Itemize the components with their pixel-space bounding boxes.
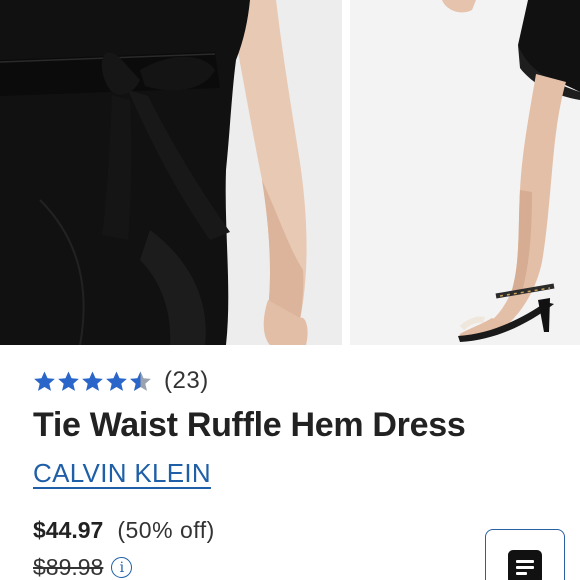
review-count[interactable]: (23) xyxy=(164,367,209,395)
dress-waist-tie-photo xyxy=(0,0,342,345)
product-photo-waist[interactable] xyxy=(0,0,342,345)
product-photo-hem[interactable] xyxy=(350,0,580,345)
sale-price: $44.97 xyxy=(33,517,104,543)
star-full-icon xyxy=(106,370,127,391)
brand-link[interactable]: CALVIN KLEIN xyxy=(33,458,211,489)
star-full-icon xyxy=(82,370,103,391)
price-row: $44.97 (50% off) xyxy=(33,517,215,544)
rating-stars xyxy=(33,370,152,393)
info-icon[interactable]: i xyxy=(111,557,133,578)
menu-lines-icon xyxy=(508,550,542,580)
discount-label: (50% off) xyxy=(117,517,215,543)
original-price-row: $89.98 i xyxy=(33,554,133,580)
star-half-icon xyxy=(130,370,151,391)
original-price: $89.98 xyxy=(33,554,104,580)
dress-hem-heels-photo xyxy=(350,0,580,345)
star-full-icon xyxy=(34,370,55,391)
product-page: (23) Tie Waist Ruffle Hem Dress CALVIN K… xyxy=(0,0,580,580)
star-full-icon xyxy=(58,370,79,391)
menu-button[interactable] xyxy=(485,529,565,580)
product-rating[interactable]: (23) xyxy=(33,366,209,396)
product-image-gallery[interactable] xyxy=(0,0,580,345)
product-title: Tie Waist Ruffle Hem Dress xyxy=(33,406,466,444)
